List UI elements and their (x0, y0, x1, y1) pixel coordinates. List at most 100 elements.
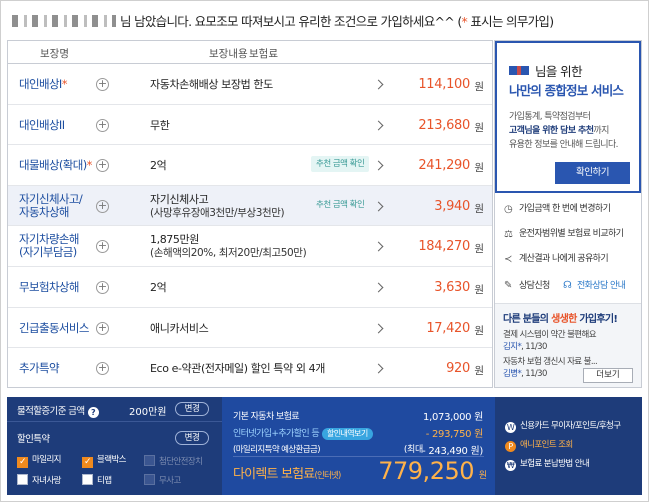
coverage-table: 보장명 보장내용 보험료 대인배상I* + 자동차손해배상 보장법 한도 114… (7, 40, 493, 388)
checkbox-mileage[interactable]: ✓ 마일리지 (17, 455, 61, 468)
plus-circle-icon[interactable]: + (96, 362, 109, 376)
chevron-right-icon[interactable] (373, 241, 384, 252)
unit-won: 원 (474, 365, 484, 378)
notice-tail: 표시는 의무가입) (467, 14, 554, 29)
checkbox-child[interactable]: 자녀사랑 (17, 474, 61, 487)
notice-bar: 님 남았습니다. 요모조모 따져보시고 유리한 조건으로 가입하세요^^ (* … (12, 11, 554, 31)
discount-label: 할인특약 (17, 434, 50, 445)
help-icon[interactable]: ? (87, 407, 99, 418)
discount-detail-button[interactable]: 할인내역보기 (322, 428, 373, 440)
mileage-row: 물적할증기준 금액? 200만원 변경 (7, 397, 222, 422)
coverage-row-own-vehicle[interactable]: 자기차량손해 (자기부담금) + 1,875만원 (손해액의20%, 최저20만/최… (8, 226, 492, 267)
promo-line: 가입통계, 특약점검부터 (509, 112, 591, 122)
notice-lead: 님 남았습니다. 요모조모 따져보시고 유리한 조건으로 가입하세요^^ ( (120, 14, 462, 29)
coverage-desc: Eco e-약관(전자메일) 할인 특약 외 4개 (150, 362, 325, 376)
plus-circle-icon[interactable]: + (96, 321, 109, 335)
plus-circle-icon[interactable]: + (96, 199, 109, 213)
final-premium-unit: 원 (478, 471, 487, 481)
coverage-row-bodily-2[interactable]: 대인배상II + 무한 213,680 원 (8, 105, 492, 146)
review-meta: 김병*, 11/30 (503, 369, 547, 379)
review-meta: 김지*, 11/30 (503, 342, 547, 352)
headset-icon: ☊ (563, 280, 572, 291)
confirm-button[interactable]: 확인하기 (555, 162, 630, 184)
masked-text (12, 15, 116, 27)
scale-icon: ⚖ (504, 229, 513, 240)
coverage-desc: 자동차손해배상 보장법 한도 (150, 78, 273, 91)
card-benefits-link[interactable]: W 신용카드 무이자/포인트/후청구 (505, 420, 621, 433)
mileage-value: 200만원 (129, 407, 167, 418)
menu-item-compare-driver[interactable]: ⚖ 운전자범위별 보험료 비교하기 (495, 224, 641, 245)
checkbox-safety: 첨단안전장치 (144, 455, 203, 468)
menu-item-share[interactable]: ≺ 계산결과 나에게 공유하기 (495, 249, 641, 270)
info-service-promo: 님을 위한 나만의 종합정보 서비스 가입통계, 특약점검부터 고객님을 위한 … (495, 41, 641, 193)
edit-icon: ✎ (504, 280, 512, 291)
more-button[interactable]: 더보기 (583, 368, 633, 383)
coverage-name[interactable]: 자기차량손해 (자기부담금) (19, 233, 79, 259)
unit-won: 원 (474, 162, 484, 175)
coverage-desc: 애니카서비스 (150, 321, 209, 335)
mileage-refund-max: (최대 (403, 445, 423, 455)
discount-row-label: 인터넷가입+추가할인 등 할인내역보기 (233, 426, 373, 440)
base-premium-label: 기본 자동차 보험료 (233, 412, 300, 422)
coverage-name[interactable]: 대인배상II (19, 118, 65, 132)
coverage-name[interactable]: 긴급출동서비스 (19, 321, 89, 335)
coverage-price: 184,270 (418, 239, 470, 255)
review-item[interactable]: 자동차 보험 갱신시 자료 불... (503, 355, 598, 367)
chevron-right-icon[interactable] (373, 120, 384, 131)
consult-row: ✎ 상담신청 ☊ 전화상담 안내 (495, 275, 641, 297)
coverage-row-uninsured[interactable]: 무보험차상해 + 2억 3,630 원 (8, 267, 492, 308)
chevron-right-icon[interactable] (373, 201, 384, 212)
chevron-right-icon[interactable] (373, 323, 384, 334)
checkbox-blackbox[interactable]: ✓ 블랙박스 (82, 455, 126, 468)
share-icon: ≺ (504, 254, 512, 265)
change-button[interactable]: 변경 (175, 402, 209, 416)
consult-link[interactable]: 상담신청 (519, 275, 550, 297)
coverage-price: 3,630 (434, 279, 470, 295)
anypoint-link[interactable]: P 애니포인트 조회 (505, 439, 573, 452)
unit-won: 원 (474, 121, 484, 134)
menu-item-change-amount[interactable]: ◷ 가입금액 한 번에 변경하기 (495, 199, 641, 220)
review-item[interactable]: 결제 시스템이 약간 불편해요 (503, 328, 597, 340)
premium-summary: 물적할증기준 금액? 200만원 변경 할인특약 변경 ✓ 마일리지 ✓ 블랙박스 … (7, 397, 642, 495)
point-icon: P (505, 441, 516, 452)
coverage-price: 241,290 (418, 158, 470, 174)
chevron-right-icon[interactable] (373, 282, 384, 293)
plus-circle-icon[interactable]: + (96, 240, 109, 254)
checkbox-tmap[interactable]: 티맵 (82, 474, 112, 487)
phone-guide-link[interactable]: 전화상담 안내 (577, 275, 626, 297)
chevron-right-icon[interactable] (373, 363, 384, 374)
final-premium-label: 다이렉트 보험료(인터넷) (233, 467, 341, 482)
coverage-desc: 자기신체사고 (사망후유장애3천만/부상3천만) (150, 192, 285, 219)
header-name: 보장명 (40, 48, 69, 60)
plus-circle-icon[interactable]: + (96, 118, 109, 132)
plus-circle-icon[interactable]: + (96, 78, 109, 91)
coverage-name[interactable]: 대인배상I* (19, 78, 67, 91)
premium-calc: 기본 자동차 보험료 1,073,000 원 인터넷가입+추가할인 등 할인내역보… (222, 397, 495, 495)
plus-circle-icon[interactable]: + (96, 159, 109, 173)
coverage-name[interactable]: 대물배상(확대)* (19, 159, 92, 172)
coverage-name[interactable]: 자기신체사고/자동차상해 (19, 192, 83, 219)
discount-change-button[interactable]: 변경 (175, 431, 209, 445)
coverage-name[interactable]: 추가특약 (19, 362, 60, 375)
promo-line: 고객님을 위한 담보 추천까지 (509, 126, 609, 136)
recommend-badge[interactable]: 추천 금액 확인 (311, 197, 369, 213)
promo-title: 님을 위한 (535, 64, 583, 79)
mileage-label: 물적할증기준 금액? (17, 403, 99, 418)
final-premium-value: 779,250 (378, 457, 474, 485)
installment-guide-link[interactable]: ₩ 보험료 분납방법 안내 (505, 458, 590, 471)
coverage-row-property[interactable]: 대물배상(확대)* + 2억 추천 금액 확인 241,290 원 (8, 145, 492, 186)
mileage-refund-value: - 243,490 원) (422, 446, 483, 457)
chevron-right-icon[interactable] (373, 160, 384, 171)
coverage-desc: 1,875만원 (손해액의20%, 최저20만/최고50만) (150, 233, 307, 260)
coverage-row-emergency[interactable]: 긴급출동서비스 + 애니카서비스 17,420 원 (8, 308, 492, 349)
plus-circle-icon[interactable]: + (96, 280, 109, 294)
checkbox-no-accident: 무사고 (144, 474, 181, 487)
chevron-right-icon[interactable] (373, 79, 384, 90)
tool-menu: ◷ 가입금액 한 번에 변경하기 ⚖ 운전자범위별 보험료 비교하기 ≺ 계산결과 나… (495, 193, 641, 270)
coverage-row-special[interactable]: 추가특약 + Eco e-약관(전자메일) 할인 특약 외 4개 920 원 (8, 348, 492, 389)
coverage-price: 17,420 (426, 320, 470, 336)
recommend-badge[interactable]: 추천 금액 확인 (311, 156, 370, 173)
coverage-row-bodily-1[interactable]: 대인배상I* + 자동차손해배상 보장법 한도 114,100 원 (8, 64, 492, 105)
coverage-row-self-injury[interactable]: 자기신체사고/자동차상해 + 자기신체사고 (사망후유장애3천만/부상3천만) 추… (8, 185, 492, 227)
coverage-name[interactable]: 무보험차상해 (19, 280, 79, 294)
